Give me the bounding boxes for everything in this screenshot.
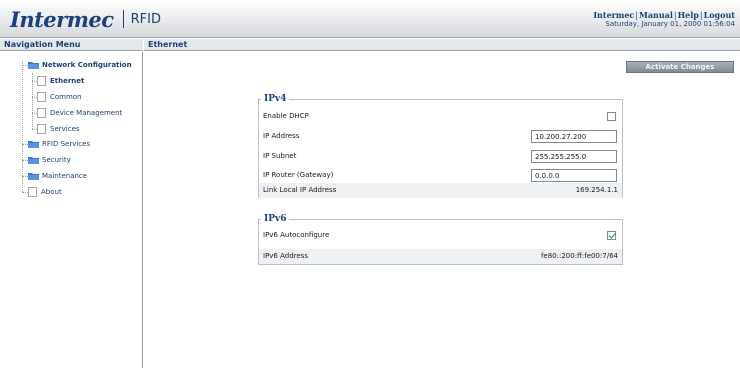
page-title: Ethernet — [144, 39, 740, 51]
page-icon — [28, 187, 37, 197]
ipv6-legend: IPv6 — [261, 214, 290, 225]
nav-item-about[interactable]: About — [28, 185, 62, 199]
folder-icon — [28, 156, 39, 164]
manual-link[interactable]: Manual — [639, 10, 673, 20]
ip-router-input[interactable] — [531, 169, 617, 182]
ipv6-address-value: fe80::200:ff:fe00:7/64 — [540, 252, 618, 260]
ip-subnet-row: IP Subnet — [259, 148, 622, 166]
page-icon — [37, 124, 46, 134]
page-icon — [37, 108, 46, 118]
ip-subnet-input[interactable] — [531, 150, 617, 163]
logout-link[interactable]: Logout — [704, 10, 735, 20]
header-utility: Intermec|Manual|Help|Logout Saturday, Ja… — [593, 11, 735, 29]
help-link[interactable]: Help — [678, 10, 699, 20]
intermec-link[interactable]: Intermec — [593, 10, 634, 20]
tree-connector — [22, 61, 23, 192]
ip-address-row: IP Address — [259, 128, 622, 146]
link-local-value: 169.254.1.1 — [575, 186, 618, 194]
folder-icon — [28, 61, 39, 69]
nav-item-device-management[interactable]: Device Management — [37, 106, 122, 120]
page-icon — [37, 92, 46, 102]
nav-item-label: Common — [50, 93, 82, 101]
navigation-menu-title: Navigation Menu — [0, 39, 143, 51]
enable-dhcp-label: Enable DHCP — [263, 112, 309, 120]
enable-dhcp-checkbox[interactable] — [607, 112, 616, 121]
nav-item-services[interactable]: Services — [37, 122, 80, 136]
ipv6-address-row: IPv6 Address fe80::200:ff:fe00:7/64 — [259, 249, 622, 264]
nav-item-label: Network Configuration — [42, 61, 132, 69]
nav-item-label: Ethernet — [50, 77, 85, 85]
link-local-row: Link Local IP Address 169.254.1.1 — [259, 183, 622, 198]
ipv4-fieldset: IPv4 Enable DHCP IP Address IP Subnet IP… — [258, 94, 623, 198]
ip-subnet-label: IP Subnet — [263, 152, 297, 160]
enable-dhcp-row: Enable DHCP — [259, 108, 622, 126]
page-icon — [37, 76, 46, 86]
main-content: Activate Changes IPv4 Enable DHCP IP Add… — [144, 52, 740, 368]
nav-item-rfid-services[interactable]: RFID Services — [28, 137, 90, 151]
nav-item-common[interactable]: Common — [37, 90, 82, 104]
folder-icon — [28, 172, 39, 180]
ipv6-autoconfigure-checkbox[interactable] — [607, 231, 616, 240]
intermec-logo[interactable]: Intermec RFID — [10, 6, 161, 32]
app-header: Intermec RFID Intermec|Manual|Help|Logou… — [0, 0, 740, 38]
top-links: Intermec|Manual|Help|Logout — [593, 10, 735, 21]
ipv4-legend: IPv4 — [261, 94, 290, 105]
nav-item-label: About — [41, 188, 62, 196]
nav-item-maintenance[interactable]: Maintenance — [28, 169, 87, 183]
ipv6-address-label: IPv6 Address — [263, 252, 308, 260]
ip-router-label: IP Router (Gateway) — [263, 171, 334, 179]
current-datetime: Saturday, January 01, 2000 01:56:04 — [605, 20, 735, 28]
ip-address-label: IP Address — [263, 132, 300, 140]
activate-changes-button[interactable]: Activate Changes — [626, 61, 734, 73]
product-name: RFID — [130, 11, 161, 27]
nav-item-label: RFID Services — [42, 140, 91, 148]
navigation-tree: Network Configuration Ethernet Common De… — [0, 52, 143, 368]
link-local-label: Link Local IP Address — [263, 186, 337, 194]
nav-item-label: Services — [50, 125, 80, 133]
nav-item-label: Security — [42, 156, 71, 164]
nav-item-security[interactable]: Security — [28, 153, 71, 167]
ipv6-autoconfigure-row: IPv6 Autoconfigure — [259, 227, 622, 245]
nav-item-label: Device Management — [50, 109, 123, 117]
ipv6-fieldset: IPv6 IPv6 Autoconfigure IPv6 Address fe8… — [258, 214, 623, 265]
folder-icon — [28, 140, 39, 148]
nav-item-label: Maintenance — [42, 172, 88, 180]
ipv6-autoconfigure-label: IPv6 Autoconfigure — [263, 231, 330, 239]
ip-address-input[interactable] — [531, 130, 617, 143]
nav-item-ethernet[interactable]: Ethernet — [37, 74, 84, 88]
logo-divider — [122, 10, 124, 28]
logo-wordmark: Intermec — [10, 6, 114, 32]
navigation-sidebar: Network Configuration Ethernet Common De… — [0, 52, 143, 368]
nav-item-network-configuration[interactable]: Network Configuration — [28, 58, 132, 72]
